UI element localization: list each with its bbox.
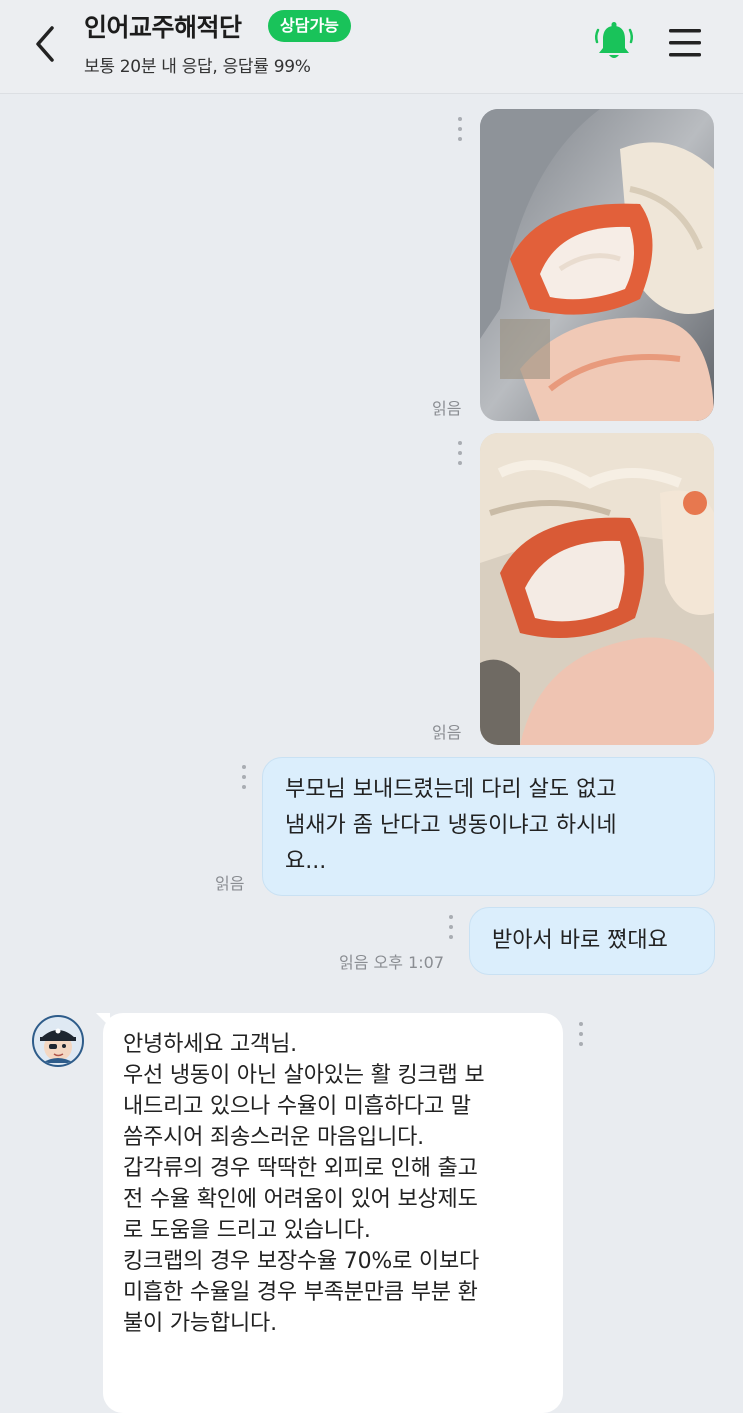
message-line: 내드리고 있으나 수율이 미흡하다고 말 [123, 1094, 471, 1119]
read-receipt: 읽음 [432, 723, 462, 742]
my-message-bubble[interactable]: 받아서 바로 쪘대요 [469, 907, 715, 975]
image-message[interactable] [480, 109, 714, 421]
message-line: 갑각류의 경우 딱딱한 외피로 인해 출고 [123, 1156, 478, 1181]
message-options-icon[interactable] [577, 1020, 585, 1050]
crab-meat-photo [480, 109, 714, 421]
chevron-left-icon [36, 26, 54, 62]
read-time: 읽음 오후 1:07 [339, 949, 444, 973]
message-line: 부모님 보내드렸는데 다리 살도 없고 [285, 777, 617, 802]
seller-avatar[interactable] [32, 1015, 84, 1067]
message-time: 오후 1:07 [373, 953, 445, 972]
read-receipt: 읽음 [215, 874, 245, 893]
seller-message-bubble[interactable]: 안녕하세요 고객님. 우선 냉동이 아닌 살아있는 활 킹크랩 보 내드리고 있… [103, 1013, 563, 1413]
message-line: 우선 냉동이 아닌 살아있는 활 킹크랩 보 [123, 1063, 485, 1088]
message-line: 로 도움을 드리고 있습니다. [123, 1218, 371, 1243]
response-info: 보통 20분 내 응답, 응답률 99% [84, 57, 311, 77]
chat-title: 인어교주해적단 [84, 13, 242, 42]
status-badge: 상담가능 [268, 10, 351, 42]
message-line: 킹크랩의 경우 보장수율 70%로 이보다 [123, 1249, 480, 1274]
message-line: 안녕하세요 고객님. [123, 1032, 297, 1057]
message-options-icon[interactable] [447, 913, 455, 943]
my-message-bubble[interactable]: 부모님 보내드렸는데 다리 살도 없고 냄새가 좀 난다고 냉동이냐고 하시네 … [262, 757, 715, 896]
message-options-icon[interactable] [456, 115, 464, 145]
message-line: 냄새가 좀 난다고 냉동이냐고 하시네 [285, 813, 617, 838]
message-line: 요... [285, 849, 327, 874]
message-options-icon[interactable] [456, 439, 464, 469]
bell-icon [594, 22, 634, 58]
pirate-mascot-icon [40, 1028, 76, 1063]
menu-button[interactable] [666, 26, 706, 60]
message-options-icon[interactable] [240, 763, 248, 793]
read-receipt: 읽음 [339, 953, 369, 972]
notification-button[interactable] [592, 20, 636, 64]
image-message[interactable] [480, 433, 714, 745]
message-line: 씀주시어 죄송스러운 마음입니다. [123, 1125, 424, 1150]
message-line: 받아서 바로 쪘대요 [492, 928, 668, 953]
hamburger-menu-icon [669, 29, 701, 57]
message-line: 전 수율 확인에 어려움이 있어 보상제도 [123, 1187, 478, 1212]
back-button[interactable] [28, 24, 64, 64]
chat-header: 인어교주해적단 상담가능 보통 20분 내 응답, 응답률 99% [0, 0, 743, 94]
message-line: 미흡한 수율일 경우 부족분만큼 부분 환 [123, 1280, 478, 1305]
read-receipt: 읽음 [432, 399, 462, 418]
message-line: 불이 가능합니다. [123, 1311, 277, 1336]
crab-meat-photo [480, 433, 714, 745]
